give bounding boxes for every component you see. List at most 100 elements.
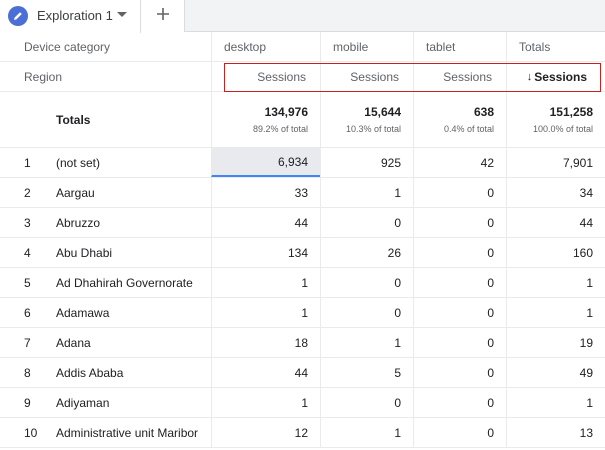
pencil-icon (8, 6, 28, 26)
total-cell[interactable]: 44 (506, 208, 605, 237)
metric-header-totals-label: Sessions (534, 69, 587, 84)
table-row[interactable]: 8 Addis Ababa 44 5 0 49 (0, 358, 605, 388)
region-cell[interactable]: (not set) (56, 148, 206, 177)
desktop-cell[interactable]: 18 (211, 328, 320, 357)
mobile-cell[interactable]: 26 (320, 238, 413, 267)
total-cell[interactable]: 7,901 (506, 148, 605, 177)
totals-desktop: 134,976 89.2% of total (211, 92, 320, 147)
totals-percent: 10.3% of total (345, 124, 401, 134)
metric-header-totals-sorted[interactable]: ↓ Sessions (506, 62, 605, 91)
plus-icon (156, 7, 170, 26)
tab-label: Exploration 1 (37, 8, 113, 23)
metric-header-tablet[interactable]: Sessions (413, 62, 506, 91)
metric-header-mobile[interactable]: Sessions (320, 62, 413, 91)
total-cell[interactable]: 49 (506, 358, 605, 387)
totals-value: 15,644 (364, 105, 401, 119)
total-cell[interactable]: 34 (506, 178, 605, 207)
total-cell[interactable]: 160 (506, 238, 605, 267)
desktop-cell[interactable]: 1 (211, 298, 320, 327)
tablet-cell[interactable]: 0 (413, 208, 506, 237)
totals-percent: 100.0% of total (532, 124, 593, 134)
region-cell[interactable]: Ad Dhahirah Governorate (56, 268, 206, 297)
desktop-cell-selected[interactable]: 6,934 (211, 148, 320, 177)
total-cell[interactable]: 13 (506, 418, 605, 447)
region-cell[interactable]: Abruzzo (56, 208, 206, 237)
row-index: 6 (24, 305, 31, 320)
mobile-cell[interactable]: 925 (320, 148, 413, 177)
desktop-cell[interactable]: 134 (211, 238, 320, 267)
table-row[interactable]: 10 Administrative unit Maribor 12 1 0 13 (0, 418, 605, 448)
region-cell[interactable]: Addis Ababa (56, 358, 206, 387)
region-cell[interactable]: Aargau (56, 178, 206, 207)
region-cell[interactable]: Adiyaman (56, 388, 206, 417)
chevron-down-icon[interactable] (117, 12, 127, 17)
tablet-cell[interactable]: 0 (413, 418, 506, 447)
pivot-table: Device category desktop mobile tablet To… (0, 32, 605, 448)
tablet-cell[interactable]: 0 (413, 388, 506, 417)
mobile-cell[interactable]: 1 (320, 178, 413, 207)
totals-row: Totals 134,976 89.2% of total 15,644 10.… (0, 92, 605, 148)
table-row[interactable]: 1 (not set) 6,934 925 42 7,901 (0, 148, 605, 178)
mobile-cell[interactable]: 1 (320, 418, 413, 447)
tablet-cell[interactable]: 0 (413, 328, 506, 357)
mobile-cell[interactable]: 0 (320, 208, 413, 237)
tablet-cell[interactable]: 0 (413, 178, 506, 207)
row-index: 1 (24, 155, 31, 170)
desktop-cell[interactable]: 44 (211, 358, 320, 387)
row-index: 5 (24, 275, 31, 290)
totals-value: 134,976 (264, 105, 308, 119)
totals-percent: 0.4% of total (443, 124, 494, 134)
mobile-cell[interactable]: 5 (320, 358, 413, 387)
metric-header-row: Region Sessions Sessions Sessions ↓ Sess… (0, 62, 605, 92)
tablet-cell[interactable]: 0 (413, 358, 506, 387)
region-cell[interactable]: Administrative unit Maribor (56, 418, 206, 447)
tablet-cell[interactable]: 0 (413, 298, 506, 327)
table-row[interactable]: 7 Adana 18 1 0 19 (0, 328, 605, 358)
tablet-cell[interactable]: 0 (413, 238, 506, 267)
desktop-cell[interactable]: 12 (211, 418, 320, 447)
column-header-mobile[interactable]: mobile (320, 32, 413, 61)
table-row[interactable]: 3 Abruzzo 44 0 0 44 (0, 208, 605, 238)
region-cell[interactable]: Abu Dhabi (56, 238, 206, 267)
tablet-cell[interactable]: 0 (413, 268, 506, 297)
table-row[interactable]: 4 Abu Dhabi 134 26 0 160 (0, 238, 605, 268)
column-header-desktop[interactable]: desktop (211, 32, 320, 61)
desktop-cell[interactable]: 1 (211, 268, 320, 297)
total-cell[interactable]: 19 (506, 328, 605, 357)
row-index: 8 (24, 365, 31, 380)
row-index: 2 (24, 185, 31, 200)
desktop-cell[interactable]: 44 (211, 208, 320, 237)
add-tab-button[interactable] (141, 0, 185, 32)
mobile-cell[interactable]: 0 (320, 298, 413, 327)
table-row[interactable]: 6 Adamawa 1 0 0 1 (0, 298, 605, 328)
desktop-cell[interactable]: 33 (211, 178, 320, 207)
mobile-cell[interactable]: 0 (320, 268, 413, 297)
total-cell[interactable]: 1 (506, 298, 605, 327)
totals-value: 638 (473, 105, 494, 119)
exploration-root: Exploration 1 Device category desktop mo… (0, 0, 605, 450)
tab-exploration[interactable]: Exploration 1 (0, 0, 141, 33)
table-row[interactable]: 9 Adiyaman 1 0 0 1 (0, 388, 605, 418)
totals-grand: 151,258 100.0% of total (506, 92, 605, 147)
total-cell[interactable]: 1 (506, 388, 605, 417)
column-header-tablet[interactable]: tablet (413, 32, 506, 61)
desktop-cell[interactable]: 1 (211, 388, 320, 417)
mobile-cell[interactable]: 1 (320, 328, 413, 357)
region-cell[interactable]: Adamawa (56, 298, 206, 327)
column-header-totals[interactable]: Totals (506, 32, 605, 61)
arrow-down-icon: ↓ (526, 70, 533, 83)
region-cell[interactable]: Adana (56, 328, 206, 357)
row-index: 9 (24, 395, 31, 410)
table-row[interactable]: 2 Aargau 33 1 0 34 (0, 178, 605, 208)
tablet-cell[interactable]: 42 (413, 148, 506, 177)
mobile-cell[interactable]: 0 (320, 388, 413, 417)
totals-value: 151,258 (549, 105, 593, 119)
row-index: 7 (24, 335, 31, 350)
table-row[interactable]: 5 Ad Dhahirah Governorate 1 0 0 1 (0, 268, 605, 298)
total-cell[interactable]: 1 (506, 268, 605, 297)
row-index: 3 (24, 215, 31, 230)
metric-header-desktop[interactable]: Sessions (211, 62, 320, 91)
row-index: 10 (24, 425, 38, 440)
dimension-label: Device category (24, 39, 111, 54)
totals-label: Totals (56, 112, 91, 127)
